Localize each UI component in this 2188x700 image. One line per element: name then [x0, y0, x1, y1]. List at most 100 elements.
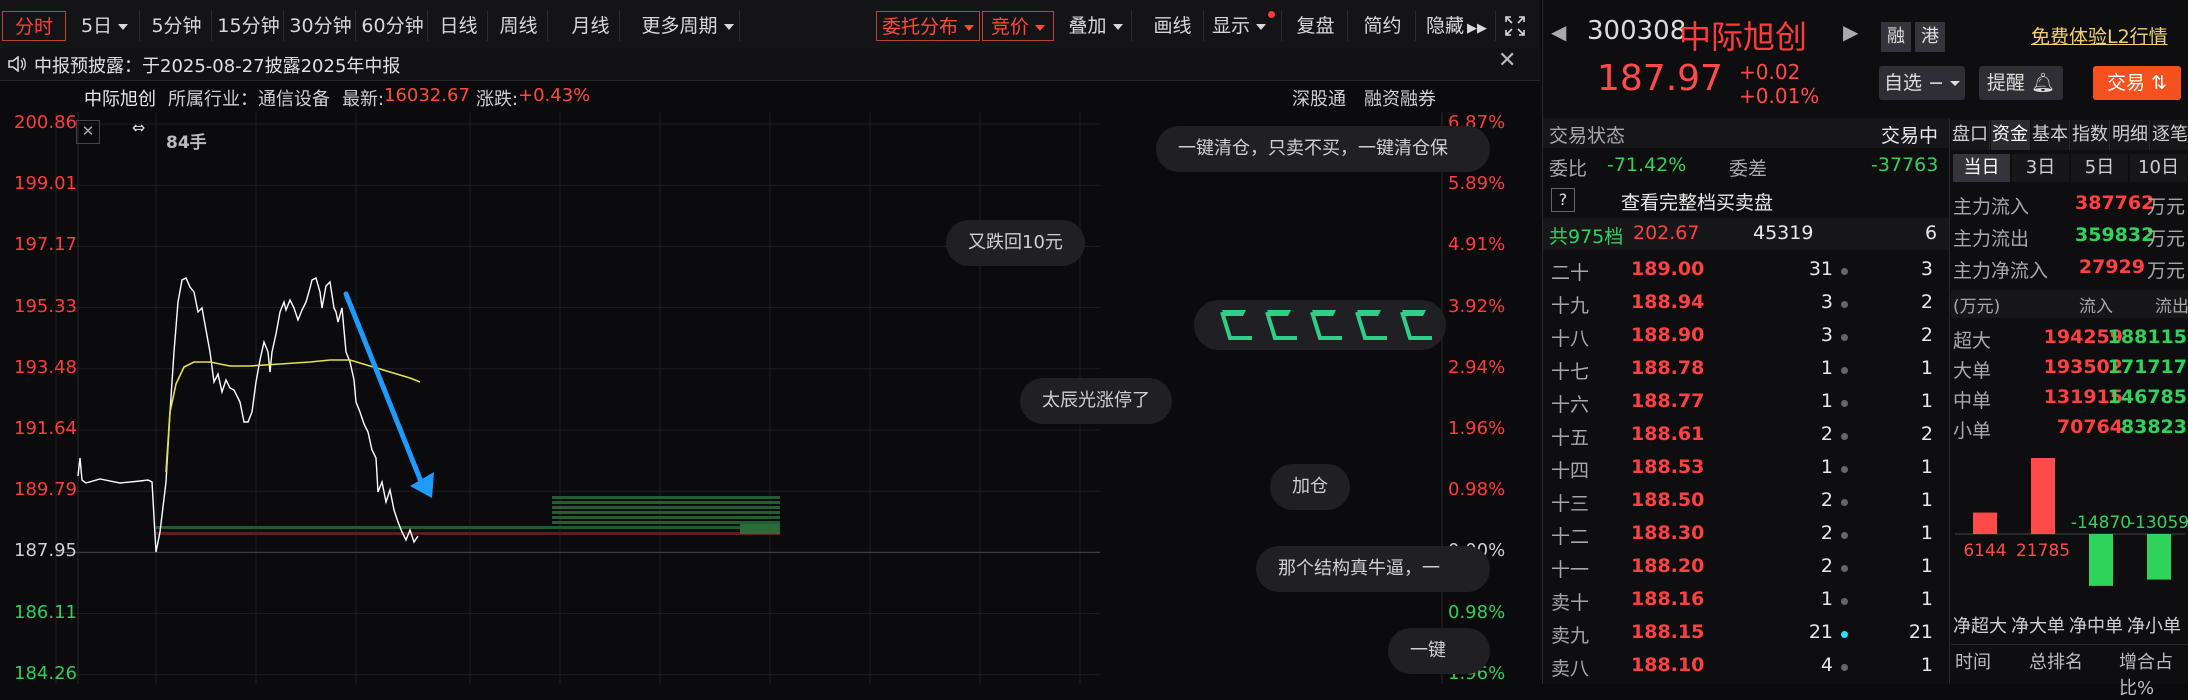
depth-bar-buy	[552, 496, 780, 499]
level-count: 2	[1920, 423, 1933, 445]
hk-connect-badge[interactable]: 港	[1915, 22, 1945, 52]
orderbook-row[interactable]: 十二 188.30 2 1	[1543, 520, 1949, 550]
tab-week-k[interactable]: 周线	[490, 11, 548, 41]
orderbook-row[interactable]: 十一 188.20 2 1	[1543, 553, 1949, 583]
chevron-down-icon	[1112, 23, 1123, 30]
comment-bubble[interactable]: 太辰光涨停了	[1020, 378, 1172, 424]
table-row: 中单 131915 146785	[1951, 384, 2188, 412]
full-orderbook-link[interactable]: ? 查看完整档买卖盘	[1543, 186, 1949, 216]
prev-stock-icon[interactable]: ◀	[1551, 20, 1566, 44]
avg-price-line	[165, 359, 421, 473]
next-stock-icon[interactable]: ▶	[1843, 20, 1858, 44]
fund-tab[interactable]: 基本	[2031, 120, 2070, 150]
simple-mode-button[interactable]: 简约	[1350, 11, 1416, 41]
overlay-button[interactable]: 叠加	[1060, 11, 1132, 41]
period-tab[interactable]: 10日	[2130, 154, 2187, 182]
fullscreen-icon[interactable]	[1498, 11, 1532, 41]
replay-button[interactable]: 复盘	[1284, 11, 1348, 41]
depth-bar-buy	[552, 521, 780, 524]
level-dot	[1841, 664, 1848, 671]
hide-button[interactable]: 隐藏 ▶▶	[1418, 11, 1496, 41]
more-periods-label: 更多周期	[641, 15, 718, 37]
ranking-header-cell: 时间	[1955, 652, 1991, 673]
chevron-down-icon	[1256, 23, 1266, 30]
current-price: 187.97	[1597, 58, 1723, 99]
industry-label: 所属行业：通信设备	[168, 89, 330, 110]
more-periods-dropdown[interactable]: 更多周期	[636, 11, 740, 41]
hide-label: 隐藏	[1425, 15, 1464, 37]
tab-5day[interactable]: 5日	[70, 11, 140, 41]
level-dot	[1841, 334, 1848, 341]
orderbook-row[interactable]: 十五 188.61 2 2	[1543, 421, 1949, 451]
level-name: 卖八	[1551, 658, 1590, 680]
tab-60min[interactable]: 60分钟	[358, 11, 428, 41]
stock-title: 中际旭创	[1679, 18, 1808, 56]
levels-num: 6	[1925, 222, 1938, 244]
orderbook-row[interactable]: 卖九 188.15 21 21	[1543, 619, 1949, 649]
fund-flow-unit: 万元	[2147, 260, 2186, 282]
watchlist-dropdown[interactable]: 自选 −	[1879, 66, 1965, 100]
period-tab[interactable]: 3日	[2012, 154, 2069, 182]
arrow-shaft	[343, 291, 425, 487]
tab-15min[interactable]: 15分钟	[214, 11, 284, 41]
margin-badge[interactable]: 融	[1881, 22, 1911, 52]
orderbook-row[interactable]: 十九 188.94 3 2	[1543, 289, 1949, 319]
orderbook-row[interactable]: 卖十 188.16 1 1	[1543, 586, 1949, 616]
price-axis-label: 199.01	[14, 173, 77, 195]
net-flow-label: 6144	[1963, 541, 2006, 561]
fund-flow-label: 主力流入	[1953, 196, 2030, 218]
comment-bubble[interactable]: 一键	[1388, 628, 1490, 674]
orderbook-row[interactable]: 十七 188.78 1 1	[1543, 355, 1949, 385]
period-tab[interactable]: 当日	[1953, 154, 2010, 182]
fund-tab[interactable]: 资金	[1991, 120, 2030, 150]
level-volume: 1	[1820, 588, 1833, 610]
tab-month-k[interactable]: 月线	[562, 11, 620, 41]
orderbook-row[interactable]: 卖八 188.10 4 1	[1543, 652, 1949, 682]
display-button[interactable]: 显示	[1206, 11, 1282, 41]
level-name: 十六	[1551, 394, 1590, 416]
margin-trading-link[interactable]: 融资融券	[1364, 85, 1436, 111]
l2-trial-link[interactable]: 免费体验L2行情	[2031, 22, 2168, 49]
shenzhen-connect-link[interactable]: 深股通	[1292, 85, 1346, 111]
price-axis-label: 189.79	[14, 479, 77, 501]
comment-bubble[interactable]: 又跌回10元	[946, 220, 1085, 266]
emoji-reaction-strip[interactable]	[1194, 300, 1446, 350]
alert-button[interactable]: 提醒 🔔︎	[1979, 66, 2063, 100]
level-volume: 1	[1820, 456, 1833, 478]
trade-button[interactable]: 交易 ⇅	[2093, 66, 2181, 100]
disclosure-notice-bar: 中报预披露：于2025-08-27披露2025年中报 ✕	[0, 48, 1540, 81]
close-icon[interactable]: ✕	[1498, 48, 1516, 73]
stock-info-bar: 中际旭创 所属行业：通信设备 最新: 16032.67 涨跌: +0.43% 深…	[0, 80, 1540, 112]
level-price: 188.30	[1631, 522, 1705, 544]
level-name: 二十	[1551, 262, 1590, 284]
fund-tab[interactable]: 指数	[2071, 120, 2110, 150]
price-change: +0.02	[1739, 60, 1801, 84]
orderbook-row[interactable]: 二十 189.00 31 3	[1543, 256, 1949, 286]
comment-bubble[interactable]: 那个结构真牛逼，一	[1256, 546, 1490, 592]
draw-line-button[interactable]: 画线	[1142, 11, 1204, 41]
close-icon[interactable]: ✕	[76, 120, 100, 144]
alert-label: 提醒	[1986, 72, 2025, 94]
fund-tab[interactable]: 盘口	[1951, 120, 1990, 150]
tab-day-k[interactable]: 日线	[430, 11, 488, 41]
trade-status-row: 交易状态 交易中	[1543, 118, 1949, 148]
fund-tab[interactable]: 逐笔	[2151, 120, 2188, 150]
resize-handle-icon[interactable]: ⇔	[132, 118, 145, 137]
comment-bubble[interactable]: 加仓	[1270, 464, 1350, 510]
tab-fenshi[interactable]: 分时	[2, 11, 66, 41]
order-ratio-label: 委比	[1549, 158, 1588, 180]
period-tab[interactable]: 5日	[2071, 154, 2128, 182]
level-dot	[1841, 532, 1848, 539]
tab-30min[interactable]: 30分钟	[286, 11, 356, 41]
order-distribution-button[interactable]: 委托分布	[876, 11, 980, 41]
fund-tab[interactable]: 明细	[2111, 120, 2150, 150]
orderbook-row[interactable]: 十六 188.77 1 1	[1543, 388, 1949, 418]
orderbook-row[interactable]: 十八 188.90 3 2	[1543, 322, 1949, 352]
orderbook-row[interactable]: 十三 188.50 2 1	[1543, 487, 1949, 517]
comment-bubble[interactable]: 一键清仓，只卖不买，一键清仓保	[1156, 126, 1490, 172]
orderbook-row[interactable]: 十四 188.53 1 1	[1543, 454, 1949, 484]
tab-5min[interactable]: 5分钟	[142, 11, 212, 41]
auction-button[interactable]: 竞价	[982, 11, 1054, 41]
help-icon[interactable]: ?	[1551, 188, 1575, 212]
level-name: 十四	[1551, 460, 1590, 482]
